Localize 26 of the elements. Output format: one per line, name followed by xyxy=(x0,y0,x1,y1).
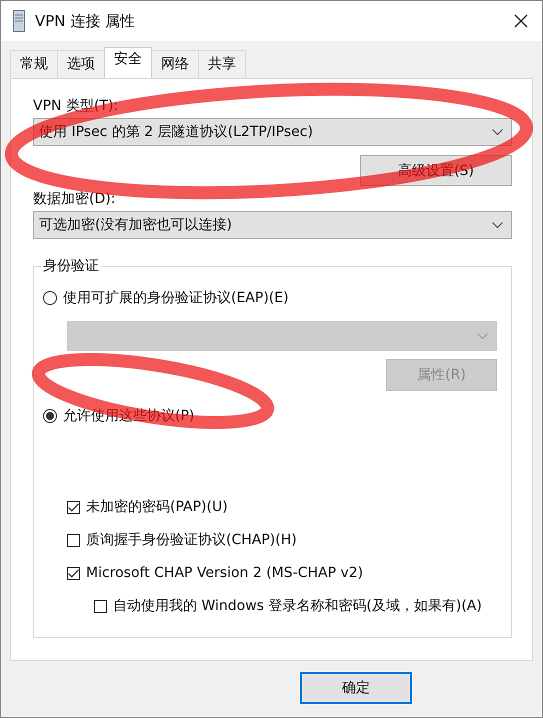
chevron-icon xyxy=(492,128,503,136)
check-icon xyxy=(68,569,79,578)
group-title: 身份验证 xyxy=(41,257,101,275)
server-icon xyxy=(13,10,25,32)
checkbox[interactable] xyxy=(67,567,80,580)
chevron-icon xyxy=(492,222,503,228)
field-label: 数据加密(D): xyxy=(33,190,116,208)
chevron-icon xyxy=(477,332,488,340)
checkbox[interactable] xyxy=(94,600,107,613)
tab[interactable]: 常规 xyxy=(10,50,58,78)
checkbox-label: Microsoft CHAP Version 2 (MS-CHAP v2) xyxy=(86,564,364,583)
radio-option[interactable]: 使用可扩展的身份验证协议(EAP)(E) xyxy=(43,289,497,307)
tab[interactable]: 安全 xyxy=(104,47,152,78)
close-icon[interactable] xyxy=(514,14,528,28)
dropdown[interactable]: 可选加密(没有加密也可以连接) xyxy=(33,211,512,239)
checkbox[interactable] xyxy=(67,501,80,514)
window-title: VPN 连接 属性 xyxy=(35,12,136,30)
checkbox-label: 质询握手身份验证协议(CHAP)(H) xyxy=(86,531,297,550)
radio-button[interactable] xyxy=(43,409,57,423)
ok-button[interactable]: 确定 xyxy=(300,672,412,704)
checkbox-label: 未加密的密码(PAP)(U) xyxy=(86,498,228,517)
checkbox[interactable] xyxy=(67,534,80,547)
checkbox-label: 自动使用我的 Windows 登录名称和密码(及域，如果有)(A) xyxy=(113,597,482,616)
check-icon xyxy=(68,503,79,512)
tab[interactable]: 共享 xyxy=(198,50,246,78)
radio-button[interactable] xyxy=(43,291,57,305)
